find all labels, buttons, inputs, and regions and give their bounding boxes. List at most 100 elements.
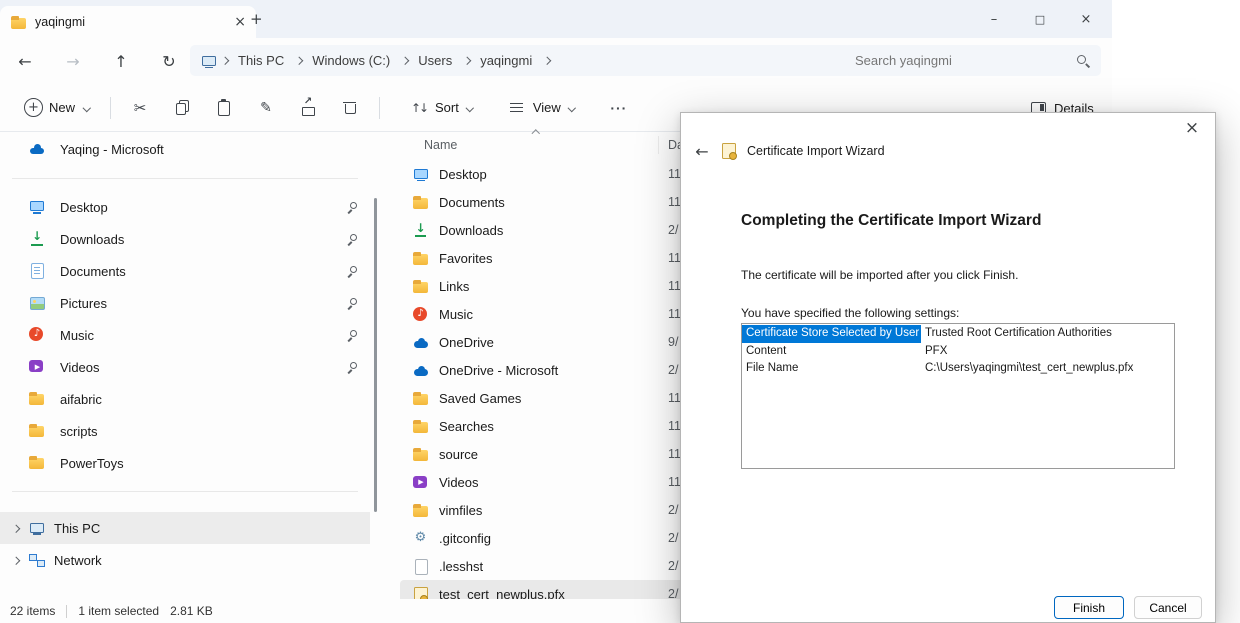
- gear-icon: [412, 530, 429, 547]
- file-date: 2/: [668, 223, 678, 237]
- close-window-button[interactable]: [1078, 12, 1094, 27]
- up-button[interactable]: [108, 52, 134, 71]
- setting-key-selected[interactable]: Certificate Store Selected by User: [742, 325, 921, 343]
- chevron-right-icon[interactable]: [399, 56, 409, 66]
- dialog-back-button[interactable]: [693, 142, 711, 161]
- sidebar-item-network[interactable]: Network: [0, 544, 370, 576]
- new-icon: [24, 98, 43, 117]
- explorer-tab[interactable]: yaqingmi: [0, 6, 256, 38]
- search-input[interactable]: [843, 52, 1075, 69]
- sort-icon: [409, 98, 429, 118]
- forward-button[interactable]: [60, 52, 86, 71]
- chevron-right-icon[interactable]: [541, 56, 551, 66]
- cancel-button[interactable]: Cancel: [1134, 596, 1202, 619]
- new-label: New: [49, 100, 75, 115]
- breadcrumb-users[interactable]: Users: [412, 51, 458, 70]
- network-icon: [28, 551, 46, 569]
- pin-icon: [345, 296, 360, 311]
- new-tab-button[interactable]: [250, 0, 263, 38]
- pin-icon: [345, 328, 360, 343]
- file-date: 2/: [668, 559, 678, 573]
- paste-button[interactable]: [204, 92, 244, 124]
- more-options-button[interactable]: [599, 92, 639, 124]
- column-header-name[interactable]: Name: [424, 138, 457, 152]
- delete-button[interactable]: [330, 92, 370, 124]
- sidebar-item-videos[interactable]: Videos: [0, 351, 370, 383]
- more-icon: [609, 98, 629, 118]
- breadcrumb-yaqingmi[interactable]: yaqingmi: [474, 51, 538, 70]
- file-name: Videos: [439, 475, 479, 490]
- sidebar-item-this-pc[interactable]: This PC: [0, 512, 370, 544]
- breadcrumb[interactable]: This PC Windows (C:) Users yaqingmi: [190, 45, 851, 76]
- file-name: source: [439, 447, 478, 462]
- cut-button[interactable]: [120, 92, 160, 124]
- sort-button[interactable]: Sort: [399, 92, 485, 124]
- finish-button[interactable]: Finish: [1054, 596, 1124, 619]
- rename-button[interactable]: [246, 92, 286, 124]
- breadcrumb-windows-c[interactable]: Windows (C:): [306, 51, 396, 70]
- expand-chevron-icon[interactable]: [10, 523, 20, 533]
- sidebar-item-pictures[interactable]: Pictures: [0, 287, 370, 319]
- maximize-button[interactable]: [1032, 13, 1048, 26]
- delete-icon: [340, 98, 360, 118]
- file-icon: [412, 558, 429, 575]
- back-button[interactable]: [12, 52, 38, 71]
- dialog-close-icon[interactable]: [1177, 115, 1207, 141]
- toolbar-separator: [110, 97, 111, 119]
- chevron-right-icon[interactable]: [461, 56, 471, 66]
- file-name: Music: [439, 307, 473, 322]
- certificate-icon: [720, 142, 738, 160]
- pin-icon: [345, 200, 360, 215]
- sidebar-item-music[interactable]: Music: [0, 319, 370, 351]
- settings-row[interactable]: Certificate Store Selected by User Trust…: [742, 325, 1174, 343]
- setting-key[interactable]: File Name: [742, 360, 921, 378]
- tab-close-icon[interactable]: [234, 14, 246, 30]
- folder-icon: [412, 502, 429, 519]
- pin-icon: [345, 360, 360, 375]
- copy-button[interactable]: [162, 92, 202, 124]
- pin-icon: [345, 264, 360, 279]
- download-icon: [412, 222, 429, 239]
- folder-icon: [412, 446, 429, 463]
- sidebar-item-label: Downloads: [60, 232, 124, 247]
- sidebar-scrollbar[interactable]: [374, 198, 377, 512]
- sidebar-item-documents[interactable]: Documents: [0, 255, 370, 287]
- file-date: 2/: [668, 531, 678, 545]
- wizard-info-text: The certificate will be imported after y…: [741, 268, 1018, 282]
- sidebar-item-desktop[interactable]: Desktop: [0, 191, 370, 223]
- chevron-right-icon[interactable]: [293, 56, 303, 66]
- file-name: Links: [439, 279, 469, 294]
- setting-key[interactable]: Content: [742, 343, 921, 361]
- settings-row[interactable]: File Name C:\Users\yaqingmi\test_cert_ne…: [742, 360, 1174, 378]
- column-divider: [658, 136, 659, 154]
- minimize-button[interactable]: [986, 12, 1002, 27]
- nav-buttons: [6, 38, 182, 84]
- folder-icon: [412, 390, 429, 407]
- settings-row[interactable]: Content PFX: [742, 343, 1174, 361]
- music-note-icon: [28, 326, 46, 344]
- sidebar-item-downloads[interactable]: Downloads: [0, 223, 370, 255]
- share-button[interactable]: [288, 92, 328, 124]
- cloud-icon: [28, 140, 46, 158]
- chevron-down-icon: [81, 103, 91, 113]
- tab-bar: yaqingmi: [0, 0, 1112, 38]
- sidebar-item-label: Desktop: [60, 200, 108, 215]
- view-button[interactable]: View: [497, 92, 587, 124]
- wizard-settings-label: You have specified the following setting…: [741, 306, 959, 320]
- breadcrumb-this-pc[interactable]: This PC: [232, 51, 290, 70]
- selection-size: 2.81 KB: [170, 604, 213, 618]
- new-button[interactable]: New: [14, 92, 101, 123]
- expand-chevron-icon[interactable]: [10, 555, 20, 565]
- sidebar-item-onedrive[interactable]: Yaqing - Microsoft: [0, 132, 370, 166]
- computer-icon: [28, 519, 46, 537]
- sidebar-item-scripts[interactable]: scripts: [0, 415, 370, 447]
- folder-icon: [28, 454, 46, 472]
- file-name: .gitconfig: [439, 531, 491, 546]
- refresh-button[interactable]: [156, 52, 182, 71]
- folder-icon: [412, 418, 429, 435]
- sidebar-item-aifabric[interactable]: aifabric: [0, 383, 370, 415]
- folder-icon: [412, 250, 429, 267]
- paste-icon: [214, 98, 234, 118]
- settings-list[interactable]: Certificate Store Selected by User Trust…: [741, 323, 1175, 469]
- sidebar-item-powertoys[interactable]: PowerToys: [0, 447, 370, 479]
